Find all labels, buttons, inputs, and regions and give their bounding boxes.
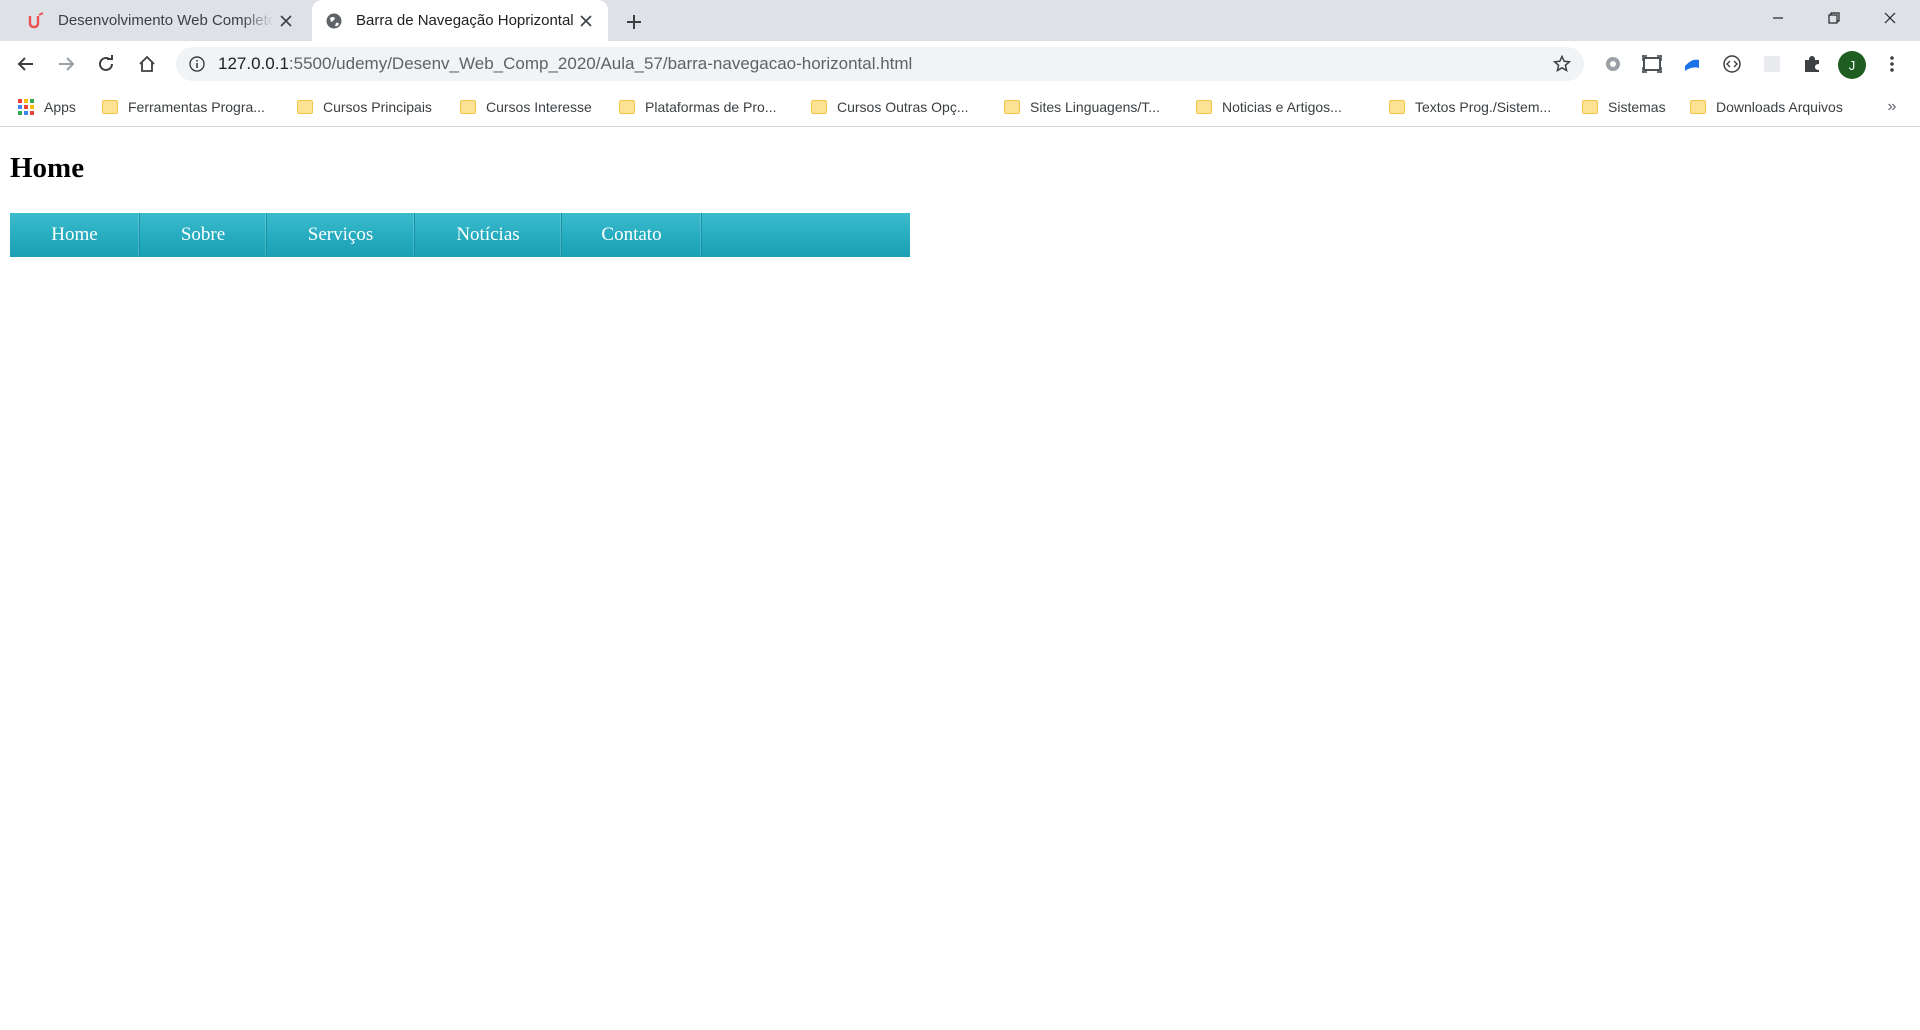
url-text[interactable]: 127.0.0.1:5500/udemy/Desenv_Web_Comp_202…: [218, 47, 912, 81]
folder-icon: [1004, 100, 1020, 114]
menu-kebab-icon[interactable]: [1880, 52, 1904, 76]
extension-placeholder-icon[interactable]: [1760, 52, 1784, 76]
bookmark-label: Cursos Outras Opç...: [837, 99, 969, 115]
bookmark-folder[interactable]: Textos Prog./Sistem...: [1389, 95, 1551, 119]
nav-link-sobre[interactable]: Sobre: [143, 213, 263, 257]
folder-icon: [460, 100, 476, 114]
close-window-button[interactable]: [1862, 0, 1918, 36]
bookmark-label: Plataformas de Pro...: [645, 99, 777, 115]
url-host: 127.0.0.1: [218, 54, 289, 73]
globe-icon: [324, 11, 344, 31]
apps-grid-icon: [18, 99, 34, 115]
page-heading: Home: [10, 152, 85, 184]
restore-button[interactable]: [1806, 0, 1862, 36]
folder-icon: [1196, 100, 1212, 114]
bookmark-label: Sistemas: [1608, 99, 1666, 115]
udemy-icon: [26, 11, 46, 31]
arrow-left-icon: [17, 57, 33, 71]
folder-icon: [1690, 100, 1706, 114]
page-viewport: Home Home Sobre Serviços Notícias Contat…: [0, 128, 1920, 1030]
screen-capture-icon[interactable]: [1640, 52, 1664, 76]
bookmark-folder[interactable]: Cursos Interesse: [460, 95, 592, 119]
nav-item-noticias: Notícias: [415, 213, 562, 257]
arrow-right-icon: [59, 57, 75, 71]
tab-title: Barra de Navegação Hoprizontal: [356, 12, 574, 29]
folder-icon: [619, 100, 635, 114]
bookmark-folder[interactable]: Downloads Arquivos: [1690, 95, 1843, 119]
extension-blue-icon[interactable]: [1680, 52, 1704, 76]
bookmark-folder[interactable]: Sistemas: [1582, 95, 1666, 119]
nav-link-servicos[interactable]: Serviços: [270, 213, 411, 257]
nav-link-home[interactable]: Home: [13, 213, 135, 257]
nav-item-sobre: Sobre: [140, 213, 267, 257]
tab-strip: Desenvolvimento Web Completo Barra de Na…: [0, 0, 1920, 41]
address-bar[interactable]: 127.0.0.1:5500/udemy/Desenv_Web_Comp_202…: [176, 47, 1584, 81]
more-bookmarks-button[interactable]: »: [1880, 95, 1904, 119]
home-button[interactable]: [131, 48, 163, 80]
nav-item-contato: Contato: [562, 213, 702, 257]
folder-icon: [1582, 100, 1598, 114]
reload-button[interactable]: [90, 48, 122, 80]
close-tab-icon[interactable]: [574, 9, 598, 33]
bookmark-label: Apps: [44, 99, 76, 115]
bookmark-label: Cursos Interesse: [486, 99, 592, 115]
folder-icon: [102, 100, 118, 114]
bookmark-folder[interactable]: Plataformas de Pro...: [619, 95, 777, 119]
bookmark-folder[interactable]: Sites Linguagens/T...: [1004, 95, 1160, 119]
url-path: :5500/udemy/Desenv_Web_Comp_2020/Aula_57…: [288, 54, 913, 73]
bookmark-folder[interactable]: Noticias e Artigos...: [1196, 95, 1342, 119]
bookmark-label: Textos Prog./Sistem...: [1415, 99, 1552, 115]
tab-barra-navegacao[interactable]: Barra de Navegação Hoprizontal: [312, 0, 608, 41]
home-icon: [139, 55, 155, 72]
info-icon[interactable]: [186, 53, 208, 75]
forward-button[interactable]: [50, 48, 82, 80]
minimize-button[interactable]: [1750, 0, 1806, 36]
new-tab-button[interactable]: [620, 8, 648, 36]
bookmark-folder[interactable]: Ferramentas Progra...: [102, 95, 265, 119]
plus-icon: [627, 15, 641, 29]
nav-item-servicos: Serviços: [267, 213, 415, 257]
back-button[interactable]: [10, 48, 42, 80]
tab-desenvolvimento-web[interactable]: Desenvolvimento Web Completo: [12, 0, 308, 41]
close-icon: [1884, 12, 1896, 24]
restore-icon: [1828, 12, 1840, 24]
bookmarks-bar: Apps Ferramentas Progra... Cursos Princi…: [0, 87, 1920, 127]
bookmark-folder[interactable]: Cursos Outras Opç...: [811, 95, 968, 119]
extensions-puzzle-icon[interactable]: [1800, 52, 1824, 76]
tab-title: Desenvolvimento Web Completo: [58, 12, 274, 29]
reload-icon: [99, 55, 113, 71]
nav-link-noticias[interactable]: Notícias: [418, 213, 557, 257]
close-tab-icon[interactable]: [274, 9, 298, 33]
browser-toolbar: 127.0.0.1:5500/udemy/Desenv_Web_Comp_202…: [0, 41, 1920, 87]
bookmark-star-icon[interactable]: [1550, 52, 1574, 76]
horizontal-navbar: Home Sobre Serviços Notícias Contato: [10, 213, 910, 257]
bookmark-folder[interactable]: Cursos Principais: [297, 95, 432, 119]
bookmark-apps[interactable]: Apps: [18, 95, 76, 119]
bookmark-label: Cursos Principais: [323, 99, 432, 115]
profile-avatar[interactable]: J: [1838, 51, 1866, 79]
folder-icon: [297, 100, 313, 114]
bookmark-label: Noticias e Artigos...: [1222, 99, 1342, 115]
folder-icon: [1389, 100, 1405, 114]
nav-link-contato[interactable]: Contato: [563, 213, 699, 257]
bookmark-label: Downloads Arquivos: [1716, 99, 1843, 115]
code-extension-icon[interactable]: [1720, 52, 1744, 76]
minimize-icon: [1773, 17, 1783, 19]
folder-icon: [811, 100, 827, 114]
bookmark-label: Ferramentas Progra...: [128, 99, 265, 115]
nav-item-home: Home: [10, 213, 140, 257]
extension-gear-icon[interactable]: [1601, 52, 1625, 76]
bookmark-label: Sites Linguagens/T...: [1030, 99, 1160, 115]
